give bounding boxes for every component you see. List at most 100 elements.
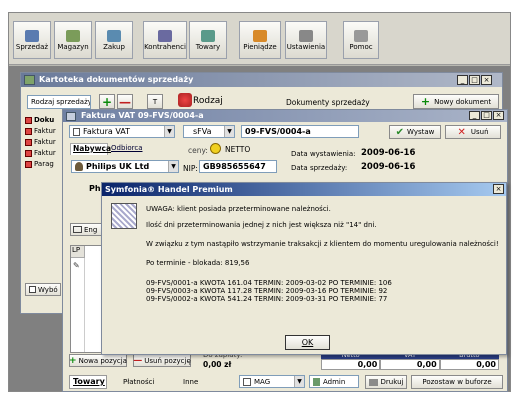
tree-item-label: Faktur <box>34 138 56 146</box>
plus-icon: + <box>69 355 77 366</box>
series-select[interactable]: sFVa ▼ <box>183 125 235 138</box>
nip-value: GB985655647 <box>203 162 266 171</box>
tab-odbiorca[interactable]: Odbiorca <box>111 144 151 155</box>
pozostaw-button[interactable]: Pozostaw w buforze <box>411 375 503 389</box>
main-toolbar: Sprzedaż Magazyn Zakup Kontrahenci Towary Pie… <box>9 13 510 65</box>
warehouse-icon <box>66 29 80 42</box>
dialog-message-line: 09-FVS/0003-a KWOTA 117.28 TERMIN: 2009-… <box>146 287 388 295</box>
bottom-tab-towary[interactable]: Towary <box>69 375 107 389</box>
toolbar-button-label: Sprzedaż <box>15 42 49 51</box>
doc-type-value: Faktura VAT <box>83 127 131 136</box>
tree-item-label: Faktur <box>34 127 56 135</box>
chevron-down-icon: ▼ <box>224 126 234 137</box>
doc-type-select[interactable]: Faktura VAT ▼ <box>69 125 175 138</box>
usun-label: Usuń <box>470 128 489 136</box>
ok-button[interactable]: OK <box>285 335 330 350</box>
bottom-tab-platnosci[interactable]: Płatności <box>123 378 154 386</box>
minimize-button[interactable]: _ <box>469 111 480 120</box>
folder-icon <box>25 149 32 157</box>
rodzaj-sprzedazy-field[interactable]: Rodzaj sprzedaży <box>27 95 91 109</box>
toolbar-button-label: Ustawienia <box>286 42 326 51</box>
doc-type-icon <box>73 127 80 136</box>
rodzaj-label: Rodzaj <box>193 96 223 106</box>
dialog-message-line: Ilość dni przeterminowania jednej z nich… <box>146 221 377 229</box>
tab-nabywca-label: Nabywca <box>73 144 112 153</box>
lp-header-label: LP <box>72 246 81 254</box>
dialog-message-line: 09-FVS/0002-a KWOTA 541.24 TERMIN: 2009-… <box>146 295 388 303</box>
faktura-title: Faktura VAT 09-FVS/0004-a <box>81 111 204 120</box>
printer-icon <box>368 378 378 386</box>
netto-value: 0,00 <box>321 359 381 370</box>
toolbar-button-label: Towary <box>195 42 221 51</box>
toolbar-button-4[interactable]: Towary <box>189 21 227 59</box>
tab-nabywca[interactable]: Nabywca <box>70 143 112 155</box>
wystaw-button[interactable]: ✔ Wystaw <box>389 125 441 139</box>
remove-position-button[interactable]: — Usuń pozycję <box>133 354 191 367</box>
new-document-button[interactable]: + Nowy dokument <box>413 94 499 109</box>
toolbar-button-1[interactable]: Magazyn <box>54 21 92 59</box>
help-icon <box>354 29 368 42</box>
rodzaj-sprzedazy-label: Rodzaj sprzedaży <box>31 98 91 106</box>
doc-number-field[interactable]: 09-FVS/0004-a <box>241 125 359 138</box>
customer-select[interactable]: Philips UK Ltd ▼ <box>71 160 179 173</box>
remove-position-label: Usuń pozycję <box>144 356 191 365</box>
dialog-titlebar[interactable]: Symfonia® Handel Premium <box>102 183 506 196</box>
maximize-button[interactable]: □ <box>469 75 480 85</box>
tree-item[interactable]: Faktur <box>25 137 56 147</box>
checkmark-icon: ✔ <box>395 126 405 138</box>
toolbar-button-3[interactable]: Kontrahenci <box>143 21 187 59</box>
series-value: sFVa <box>193 127 212 136</box>
tree-item[interactable]: Parag <box>25 159 54 169</box>
sales-icon <box>25 29 39 42</box>
nip-field[interactable]: GB985655647 <box>199 160 277 173</box>
mag-select[interactable]: MAG ▼ <box>239 375 305 388</box>
remove-minus-button[interactable]: — <box>117 94 133 109</box>
warning-icon <box>111 203 137 229</box>
tree-item[interactable]: Faktur <box>25 148 56 158</box>
plus-icon: + <box>420 95 431 108</box>
window-icon <box>24 75 35 85</box>
eng-label: Eng <box>84 225 98 234</box>
close-button[interactable]: × <box>493 111 504 120</box>
tree-item[interactable]: Faktur <box>25 126 56 136</box>
data-wystawienia-label: Data wystawienia: <box>291 150 356 158</box>
toolbar-button-5[interactable]: Pieniądze <box>239 21 281 59</box>
bottom-tab-inne[interactable]: Inne <box>183 378 198 386</box>
close-button[interactable]: × <box>481 75 492 85</box>
tree-item[interactable]: Doku <box>25 115 54 125</box>
toolbar-button-2[interactable]: Zakup <box>95 21 133 59</box>
add-position-button[interactable]: + Nowa pozycja <box>69 354 127 367</box>
admin-select[interactable]: Admin <box>309 375 359 388</box>
kartoteka-titlebar[interactable]: Kartoteka dokumentów sprzedaży <box>21 73 502 87</box>
eng-button[interactable]: Eng <box>70 223 102 236</box>
drukuj-button[interactable]: Drukuj <box>365 375 407 389</box>
dialog-message-line: W związku z tym nastąpiło wstrzymanie tr… <box>146 240 499 248</box>
filter-t-button[interactable]: T <box>147 94 163 109</box>
toolbar-button-6[interactable]: Ustawienia <box>285 21 327 59</box>
faktura-titlebar[interactable]: Faktura VAT 09-FVS/0004-a <box>63 110 507 122</box>
do-zaplaty-value: 0,00 zł <box>203 360 232 369</box>
add-plus-button[interactable]: + <box>99 94 115 109</box>
chevron-down-icon: ▼ <box>168 161 178 172</box>
new-document-label: Nowy dokument <box>434 97 492 106</box>
folder-icon <box>25 116 32 124</box>
maximize-button[interactable]: □ <box>481 111 492 120</box>
close-button[interactable]: × <box>493 184 504 194</box>
minimize-button[interactable]: _ <box>457 75 468 85</box>
tree-item-label: Parag <box>34 160 54 168</box>
toolbar-button-0[interactable]: Sprzedaż <box>13 21 51 59</box>
mag-icon <box>243 377 251 386</box>
ceny-value: NETTO <box>225 145 251 154</box>
wystaw-label: Wystaw <box>407 128 435 136</box>
toolbar-button-7[interactable]: Pomoc <box>343 21 379 59</box>
dialog-message-line: UWAGA: klient posiada przeterminowane na… <box>146 205 331 213</box>
folder-icon <box>25 127 32 135</box>
tab-towary-label: Towary <box>73 377 105 386</box>
data-wystawienia-value[interactable]: 2009-06-16 <box>361 148 415 158</box>
brutto-value: 0,00 <box>439 359 499 370</box>
data-sprzedazy-value[interactable]: 2009-06-16 <box>361 162 415 172</box>
usun-button[interactable]: ✕ Usuń <box>445 125 501 139</box>
pozostaw-label: Pozostaw w buforze <box>422 378 492 386</box>
wybor-button[interactable]: Wybó <box>25 283 61 296</box>
vat-value: 0,00 <box>380 359 440 370</box>
